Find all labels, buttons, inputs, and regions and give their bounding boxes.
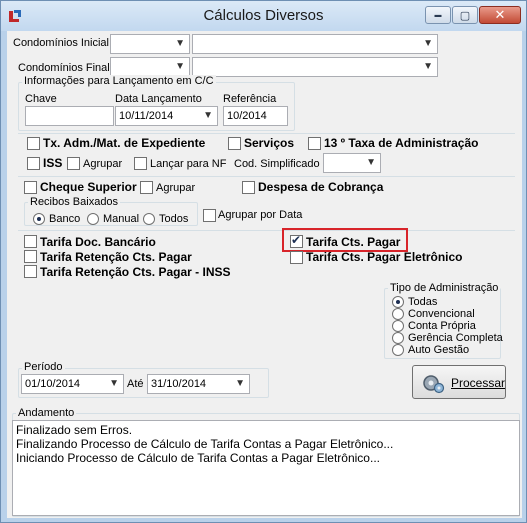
- condominios-final-name-combo[interactable]: ▼: [192, 57, 438, 77]
- recibos-todos-radio[interactable]: [143, 213, 155, 225]
- tarifa-doc-bancario-checkbox[interactable]: [24, 235, 37, 248]
- processar-button[interactable]: Processar: [412, 365, 506, 399]
- servicos-checkbox[interactable]: [228, 137, 241, 150]
- lancamento-group-title: Informações para Lançamento em C/C: [22, 75, 216, 87]
- recibos-manual-radio[interactable]: [87, 213, 99, 225]
- tarifa-cts-pagar-eletronico-checkbox[interactable]: [290, 251, 303, 264]
- andamento-title: Andamento: [16, 407, 77, 419]
- despesa-cobranca-label: Despesa de Cobrança: [258, 180, 384, 194]
- periodo-fim-value: 31/10/2014: [151, 378, 207, 390]
- tarifa-cts-pagar-checkbox[interactable]: [290, 233, 303, 248]
- lancar-nf-checkbox[interactable]: [134, 157, 147, 170]
- tipo-conta-propria-radio[interactable]: [392, 320, 404, 332]
- tipo-auto-gestao-label: Auto Gestão: [408, 344, 470, 356]
- periodo-fim-picker[interactable]: 31/10/2014 ▼: [147, 374, 250, 394]
- agrupar-por-data-checkbox[interactable]: [203, 209, 216, 222]
- cheque-superior-checkbox[interactable]: [24, 181, 37, 194]
- tipo-gerencia-completa-radio[interactable]: [392, 332, 404, 344]
- agrupar-iss-checkbox[interactable]: [67, 157, 80, 170]
- tipo-todas-label: Todas: [408, 296, 438, 308]
- chevron-down-icon: ▼: [423, 61, 433, 72]
- client-area: Condomínios Inicial ▼ ▼ Condomínios Fina…: [7, 31, 522, 518]
- minimize-button[interactable]: ▬: [425, 6, 451, 24]
- close-button[interactable]: ✕: [479, 6, 521, 24]
- chevron-down-icon: ▼: [423, 38, 433, 49]
- separator: [18, 230, 515, 231]
- tipo-todas-radio[interactable]: [392, 296, 404, 308]
- data-lancamento-value: 10/11/2014: [119, 110, 174, 122]
- cheque-superior-label: Cheque Superior: [40, 180, 137, 194]
- periodo-ate-label: Até: [127, 378, 144, 390]
- tarifa-retencao-checkbox[interactable]: [24, 250, 37, 263]
- condominios-inicial-code-combo[interactable]: ▼: [110, 34, 190, 54]
- chevron-down-icon: ▼: [109, 378, 119, 389]
- tipo-gerencia-completa-label: Gerência Completa: [408, 332, 503, 344]
- recibos-banco-radio[interactable]: [33, 213, 45, 225]
- chevron-down-icon: ▼: [203, 110, 213, 121]
- log-line: Finalizando Processo de Cálculo de Tarif…: [16, 437, 394, 451]
- recibos-group-title: Recibos Baixados: [28, 196, 121, 208]
- lancar-nf-label: Lançar para NF: [150, 158, 227, 170]
- log-line: Iniciando Processo de Cálculo de Tarifa …: [16, 451, 380, 465]
- condominios-inicial-label: Condomínios Inicial: [13, 37, 109, 49]
- andamento-log[interactable]: Finalizado sem Erros. Finalizando Proces…: [12, 420, 520, 516]
- referencia-input[interactable]: 10/2014: [223, 106, 288, 126]
- processar-label: Processar: [451, 376, 506, 390]
- tipo-conta-propria-label: Conta Própria: [408, 320, 476, 332]
- periodo-inicio-value: 01/10/2014: [25, 378, 81, 390]
- periodo-inicio-picker[interactable]: 01/10/2014 ▼: [21, 374, 124, 394]
- chevron-down-icon: ▼: [175, 38, 185, 49]
- chevron-down-icon: ▼: [175, 61, 185, 72]
- log-line: Finalizado sem Erros.: [16, 423, 133, 437]
- condominios-final-code-combo[interactable]: ▼: [110, 57, 190, 77]
- agrupar-cheque-checkbox[interactable]: [140, 181, 153, 194]
- close-icon: ✕: [494, 7, 506, 22]
- decimo-terceiro-checkbox[interactable]: [308, 137, 321, 150]
- maximize-icon: ▢: [459, 9, 471, 22]
- data-lancamento-picker[interactable]: 10/11/2014 ▼: [115, 106, 218, 126]
- tipo-convencional-radio[interactable]: [392, 308, 404, 320]
- iss-checkbox[interactable]: [27, 157, 40, 170]
- recibos-banco-label: Banco: [49, 213, 81, 225]
- agrupar-por-data-label: Agrupar por Data: [218, 209, 303, 221]
- main-window: Cálculos Diversos ▬ ▢ ✕ Condomínios Inic…: [0, 0, 527, 523]
- despesa-cobranca-checkbox[interactable]: [242, 181, 255, 194]
- tarifa-retencao-inss-label: Tarifa Retenção Cts. Pagar - INSS: [40, 265, 231, 279]
- tarifa-retencao-label: Tarifa Retenção Cts. Pagar: [40, 250, 192, 264]
- tarifa-retencao-inss-checkbox[interactable]: [24, 265, 37, 278]
- iss-label: ISS: [43, 156, 63, 170]
- referencia-label: Referência: [223, 93, 277, 105]
- gears-icon: [423, 375, 445, 394]
- recibos-manual-label: Manual: [103, 213, 140, 225]
- chevron-down-icon: ▼: [235, 378, 245, 389]
- periodo-title: Período: [22, 361, 65, 373]
- tarifa-doc-bancario-label: Tarifa Doc. Bancário: [40, 235, 156, 249]
- tipo-auto-gestao-radio[interactable]: [392, 344, 404, 356]
- title-bar[interactable]: Cálculos Diversos ▬ ▢ ✕: [1, 1, 526, 31]
- cod-simplificado-label: Cod. Simplificado: [234, 158, 320, 170]
- tipo-convencional-label: Convencional: [408, 308, 475, 320]
- chave-label: Chave: [25, 93, 57, 105]
- servicos-label: Serviços: [244, 136, 295, 150]
- tipo-administracao-title: Tipo de Administração: [388, 282, 501, 294]
- condominios-inicial-name-combo[interactable]: ▼: [192, 34, 438, 54]
- decimo-terceiro-label: 13 º Taxa de Administração: [324, 136, 479, 150]
- tx-adm-checkbox[interactable]: [27, 137, 40, 150]
- separator: [18, 176, 515, 177]
- chave-input[interactable]: [25, 106, 114, 126]
- agrupar-cheque-label: Agrupar: [156, 182, 196, 194]
- recibos-todos-label: Todos: [159, 213, 189, 225]
- tarifa-cts-pagar-label: Tarifa Cts. Pagar: [306, 235, 401, 249]
- maximize-button[interactable]: ▢: [452, 6, 478, 24]
- data-lancamento-label: Data Lançamento: [115, 93, 202, 105]
- separator: [18, 133, 515, 134]
- tarifa-cts-pagar-eletronico-label: Tarifa Cts. Pagar Eletrônico: [306, 250, 463, 264]
- tx-adm-label: Tx. Adm./Mat. de Expediente: [43, 136, 206, 150]
- agrupar-iss-label: Agrupar: [83, 158, 123, 170]
- minimize-icon: ▬: [434, 11, 442, 19]
- cod-simplificado-combo[interactable]: ▼: [323, 153, 381, 173]
- condominios-final-label: Condomínios Final: [18, 62, 110, 74]
- chevron-down-icon: ▼: [366, 157, 376, 168]
